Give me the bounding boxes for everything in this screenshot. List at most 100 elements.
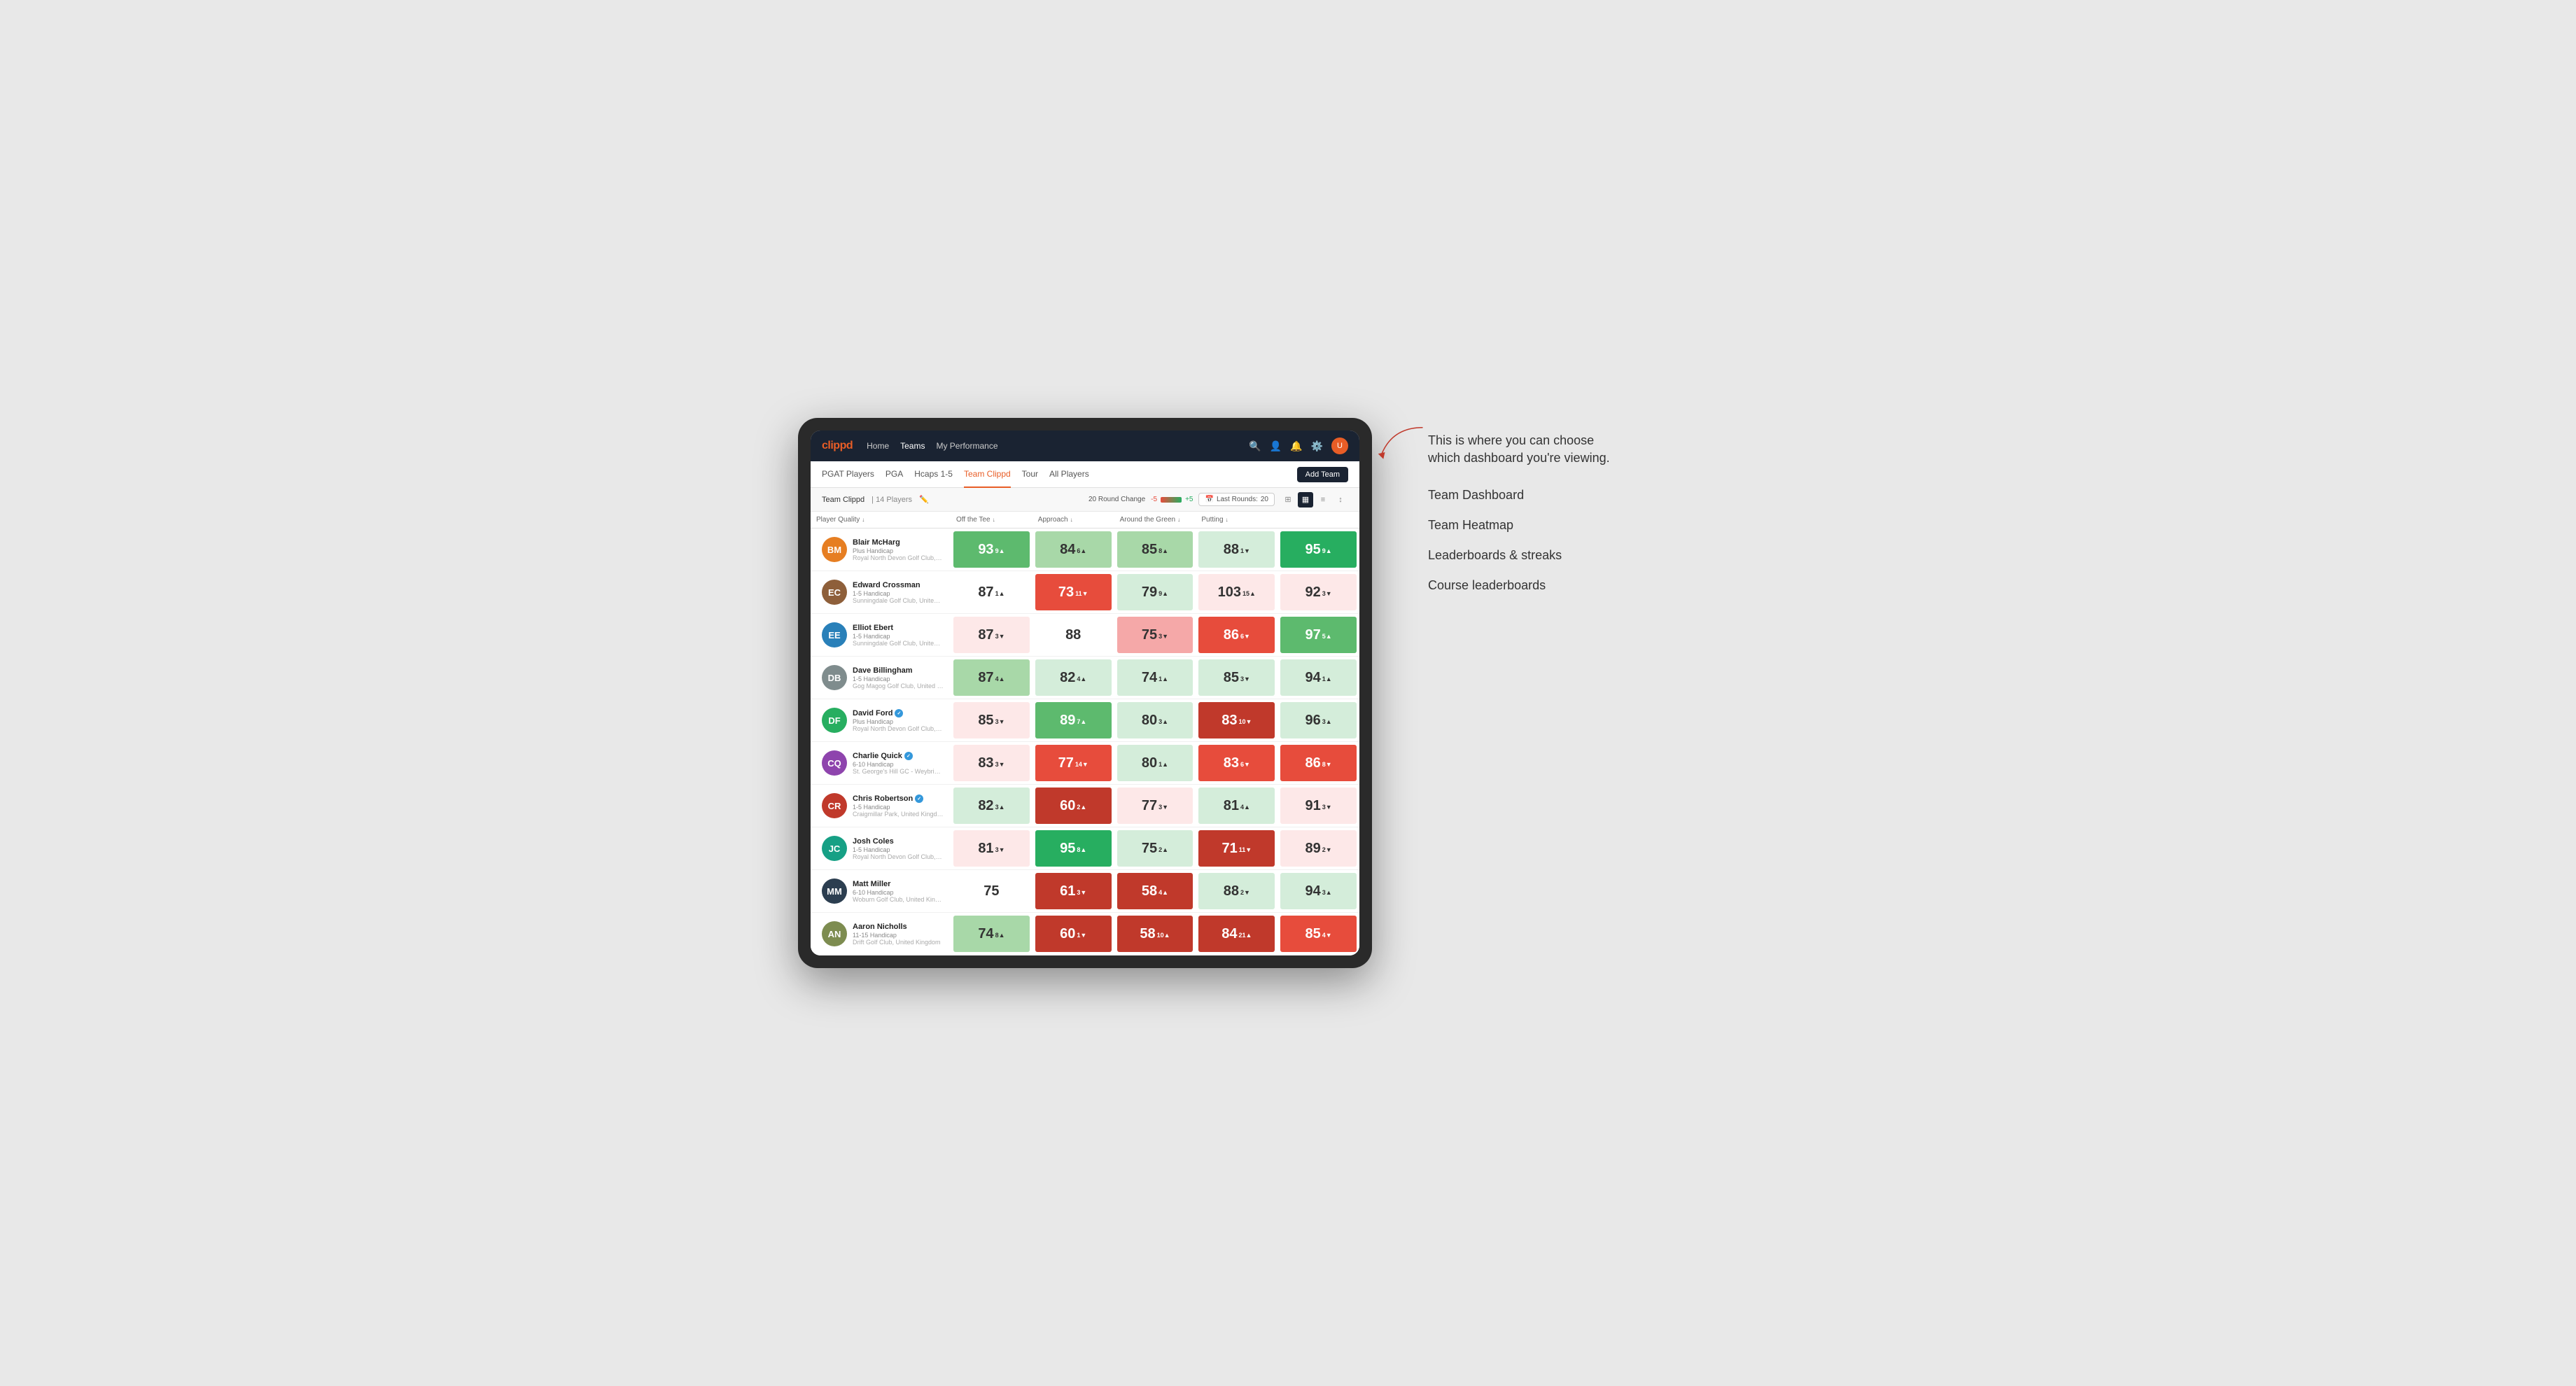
table-row[interactable]: BM Blair McHargPlus HandicapRoyal North D… <box>811 528 1359 571</box>
player-name[interactable]: Charlie Quick✓ <box>853 752 944 760</box>
score-value: 58 <box>1142 884 1157 898</box>
table-row[interactable]: DBDave Billingham1-5 HandicapGog Magog G… <box>811 657 1359 699</box>
score-change: 1▲ <box>1158 676 1168 682</box>
subnav-tour[interactable]: Tour <box>1022 461 1038 488</box>
score-value: 73 <box>1058 585 1074 599</box>
settings-icon[interactable]: ⚙️ <box>1311 440 1323 452</box>
score-change: 3▼ <box>1240 676 1250 682</box>
add-team-button[interactable]: Add Team <box>1297 467 1348 482</box>
table-row[interactable]: ECEdward Crossman1-5 HandicapSunningdale… <box>811 571 1359 614</box>
score-inner: 75 <box>979 884 1003 898</box>
player-name[interactable]: David Ford✓ <box>853 709 944 718</box>
player-handicap: 6-10 Handicap <box>853 889 944 896</box>
table-row[interactable]: EEElliot Ebert1-5 HandicapSunningdale Go… <box>811 614 1359 657</box>
subnav-allplayers[interactable]: All Players <box>1049 461 1089 488</box>
score-inner: 892▼ <box>1301 841 1336 855</box>
avatar: BM <box>822 537 847 562</box>
score-cell: 881▼ <box>1196 528 1278 570</box>
score-cell: 602▲ <box>1032 785 1114 827</box>
player-name[interactable]: Edward Crossman <box>853 581 944 589</box>
table-row[interactable]: JCJosh Coles1-5 HandicapRoyal North Devo… <box>811 827 1359 870</box>
nav-link-myperformance[interactable]: My Performance <box>936 438 997 454</box>
grid-view-icon[interactable]: ⊞ <box>1280 492 1296 507</box>
table-row[interactable]: CQCharlie Quick✓6-10 HandicapSt. George'… <box>811 742 1359 785</box>
score-box: 958▲ <box>1035 830 1112 867</box>
score-cell: 75 <box>951 870 1032 912</box>
score-value: 77 <box>1142 799 1157 813</box>
score-cell: 866▼ <box>1196 614 1278 656</box>
edit-icon[interactable]: ✏️ <box>919 495 929 504</box>
score-cell: 892▼ <box>1278 827 1359 869</box>
subnav-pga[interactable]: PGA <box>886 461 903 488</box>
score-cell: 8310▼ <box>1196 699 1278 741</box>
score-inner: 7111▼ <box>1217 841 1256 855</box>
player-details: Aaron Nicholls11-15 HandicapDrift Golf C… <box>853 923 944 946</box>
score-value: 89 <box>1060 713 1075 727</box>
table-row[interactable]: MMMatt Miller6-10 HandicapWoburn Golf Cl… <box>811 870 1359 913</box>
subnav-hcaps[interactable]: Hcaps 1-5 <box>914 461 953 488</box>
last-rounds-button[interactable]: 📅 Last Rounds: 20 <box>1198 493 1275 506</box>
score-box: 814▲ <box>1198 788 1275 824</box>
score-change: 11▼ <box>1075 591 1088 597</box>
score-change: 3▲ <box>1322 719 1332 725</box>
score-change: 10▲ <box>1157 932 1170 939</box>
score-change: 21▲ <box>1238 932 1252 939</box>
search-icon[interactable]: 🔍 <box>1249 440 1261 452</box>
heatmap-view-icon[interactable]: ▦ <box>1298 492 1313 507</box>
score-box: 853▼ <box>1198 659 1275 696</box>
score-inner: 963▲ <box>1301 713 1336 727</box>
view-icons: ⊞ ▦ ≡ ↕ <box>1280 492 1348 507</box>
player-name[interactable]: Matt Miller <box>853 880 944 888</box>
avatar: JC <box>822 836 847 861</box>
player-name[interactable]: Blair McHarg <box>853 538 944 547</box>
score-change: 1▲ <box>1158 762 1168 768</box>
player-name[interactable]: Josh Coles <box>853 837 944 846</box>
score-cell: 836▼ <box>1196 742 1278 784</box>
subnav-pgat[interactable]: PGAT Players <box>822 461 874 488</box>
more-view-icon[interactable]: ↕ <box>1333 492 1348 507</box>
score-box: 853▼ <box>953 702 1030 738</box>
player-name[interactable]: Aaron Nicholls <box>853 923 944 931</box>
score-inner: 5810▲ <box>1135 927 1174 941</box>
table-row[interactable]: DFDavid Ford✓Plus HandicapRoyal North De… <box>811 699 1359 742</box>
col-header-player: Player Quality ↓ <box>811 512 951 528</box>
avatar: CR <box>822 793 847 818</box>
score-change: 4▼ <box>1322 932 1332 939</box>
player-handicap: 1-5 Handicap <box>853 633 944 640</box>
score-cell: 958▲ <box>1032 827 1114 869</box>
score-change: 3▲ <box>1158 719 1168 725</box>
score-value: 84 <box>1060 542 1075 556</box>
score-inner: 923▼ <box>1301 585 1336 599</box>
bell-icon[interactable]: 🔔 <box>1290 440 1302 452</box>
avatar[interactable]: U <box>1331 438 1348 454</box>
score-cell: 833▼ <box>951 742 1032 784</box>
player-details: Blair McHargPlus HandicapRoyal North Dev… <box>853 538 944 561</box>
score-change: 8▲ <box>995 932 1005 939</box>
score-box: 871▲ <box>953 574 1030 610</box>
nav-link-teams[interactable]: Teams <box>900 438 925 454</box>
subnav-teamclippd[interactable]: Team Clippd <box>964 461 1011 488</box>
score-cell: 753▼ <box>1114 614 1196 656</box>
score-box: 892▼ <box>1280 830 1357 867</box>
player-name[interactable]: Elliot Ebert <box>853 624 944 632</box>
table-row[interactable]: ANAaron Nicholls11-15 HandicapDrift Golf… <box>811 913 1359 955</box>
score-value: 85 <box>1306 927 1321 941</box>
score-cell: 813▼ <box>951 827 1032 869</box>
list-view-icon[interactable]: ≡ <box>1315 492 1331 507</box>
score-value: 94 <box>1306 671 1321 685</box>
score-change: 1▲ <box>1322 676 1332 682</box>
score-cell: 814▲ <box>1196 785 1278 827</box>
player-name[interactable]: Chris Robertson✓ <box>853 794 944 803</box>
score-cell: 7311▼ <box>1032 571 1114 613</box>
nav-link-home[interactable]: Home <box>867 438 889 454</box>
nav-links: Home Teams My Performance <box>867 438 1235 454</box>
score-cell: 882▼ <box>1196 870 1278 912</box>
score-change: 11▼ <box>1239 847 1252 853</box>
verified-badge: ✓ <box>904 752 913 760</box>
score-inner: 853▼ <box>974 713 1009 727</box>
table-row[interactable]: CRChris Robertson✓1-5 HandicapCraigmilla… <box>811 785 1359 827</box>
user-icon[interactable]: 👤 <box>1270 440 1282 452</box>
score-inner: 602▲ <box>1056 799 1091 813</box>
player-name[interactable]: Dave Billingham <box>853 666 944 675</box>
score-box: 833▼ <box>953 745 1030 781</box>
